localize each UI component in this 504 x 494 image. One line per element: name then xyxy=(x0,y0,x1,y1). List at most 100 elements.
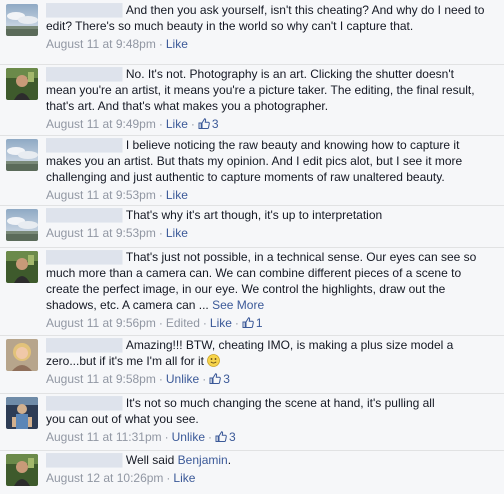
comment-text-line: It's not so much changing the scene at h… xyxy=(125,396,435,410)
comment-text-line: challenging and just authentic to captur… xyxy=(46,170,445,184)
comment-text-line: No. It's not. Photography is an art. Cli… xyxy=(125,67,454,81)
comment-meta: August 11 at 9:56pm · Edited · Like · 1 xyxy=(46,315,498,331)
comment-meta: August 11 at 9:49pm · Like · 3 xyxy=(46,116,498,132)
separator-dot: · xyxy=(158,117,163,131)
comment-divider xyxy=(0,205,504,206)
unlike-button[interactable]: Unlike xyxy=(172,430,205,444)
avatar[interactable] xyxy=(6,454,38,486)
like-count[interactable]: 1 xyxy=(242,316,263,330)
like-count-value: 3 xyxy=(223,372,230,386)
like-count-value: 1 xyxy=(255,316,263,330)
thumbs-up-icon xyxy=(242,317,254,328)
like-button[interactable]: Like xyxy=(166,37,188,51)
see-more-link[interactable]: See More xyxy=(212,298,264,312)
comment-text: █████████ No. It's not. Photography is a… xyxy=(46,66,498,114)
separator-dot: · xyxy=(190,117,195,131)
comment-author-link[interactable]: █████████ xyxy=(46,208,126,222)
comment-meta: August 12 at 10:26pm · Like xyxy=(46,470,498,486)
comment-divider xyxy=(0,450,504,451)
comment-author-link[interactable]: █████████ xyxy=(46,250,126,264)
thumbs-up-icon xyxy=(209,373,222,384)
comment-meta: August 11 at 9:58pm · Unlike · 3 xyxy=(46,371,498,387)
comment-text-line: much more than a camera can. We can comb… xyxy=(46,266,462,280)
comment-text: █████████ That's why it's art though, it… xyxy=(46,207,498,223)
comment-text-line: shadows, etc. A camera can ... xyxy=(46,298,209,312)
thumbs-up-icon xyxy=(198,118,210,129)
like-button[interactable]: Like xyxy=(210,316,232,330)
comment-text-line: you can out of what you see. xyxy=(46,412,199,426)
separator-dot: · xyxy=(234,316,239,330)
like-count[interactable]: 3 xyxy=(198,117,219,131)
comment-divider xyxy=(0,335,504,336)
like-button[interactable]: Like xyxy=(173,471,195,485)
comment-text-line: edit? There's so much beauty in the worl… xyxy=(46,19,414,33)
separator-dot: · xyxy=(158,372,163,386)
comment-divider xyxy=(0,393,504,394)
comment-author-link[interactable]: █████████ xyxy=(46,3,126,17)
comment-text-line: makes you an artist. But thats my opinio… xyxy=(46,154,463,168)
comment-author-link[interactable]: █████████ xyxy=(46,338,126,352)
comment-text: █████████ Well said Benjamin. xyxy=(46,452,498,468)
comment-meta: August 11 at 9:53pm · Like xyxy=(46,225,498,241)
like-button[interactable]: Like xyxy=(166,117,188,131)
comment-author-link[interactable]: █████████ xyxy=(46,453,126,467)
comment-meta: August 11 at 11:31pm · Unlike · 3 xyxy=(46,429,498,445)
like-count-value: 3 xyxy=(229,430,236,444)
comment-timestamp[interactable]: August 11 at 9:53pm xyxy=(46,226,156,240)
comment-text-line: That's why it's art though, it's up to i… xyxy=(125,208,383,222)
separator-dot: · xyxy=(202,372,207,386)
smiley-emoji-icon xyxy=(207,354,221,367)
mention-suffix: . xyxy=(227,453,232,467)
avatar[interactable] xyxy=(6,251,38,283)
unlike-button[interactable]: Unlike xyxy=(166,372,199,386)
like-button[interactable]: Like xyxy=(166,226,188,240)
avatar[interactable] xyxy=(6,139,38,171)
comment-timestamp[interactable]: August 11 at 9:56pm xyxy=(46,316,156,330)
comment-text: █████████ That's just not possible, in a… xyxy=(46,249,498,313)
separator-dot: · xyxy=(158,37,163,51)
comment-meta: August 11 at 9:53pm · Like xyxy=(46,187,498,203)
edited-label[interactable]: Edited xyxy=(166,316,200,330)
comment-text: █████████ It's not so much changing the … xyxy=(46,395,498,427)
comment-divider xyxy=(0,64,504,65)
mention-link[interactable]: Benjamin xyxy=(178,453,228,467)
comment-timestamp[interactable]: August 11 at 9:53pm xyxy=(46,188,156,202)
comment-timestamp[interactable]: August 11 at 11:31pm xyxy=(46,430,162,444)
comment-timestamp[interactable]: August 11 at 9:49pm xyxy=(46,117,156,131)
comment-text-line: mean you're an artist, it means you're a… xyxy=(46,83,475,97)
comment-text-line: I believe noticing the raw beauty and kn… xyxy=(125,138,460,152)
comment-text-line: Amazing!!! BTW, cheating IMO, is making … xyxy=(125,338,454,352)
comment-text-line: Well said xyxy=(125,453,175,467)
comment-divider xyxy=(0,135,504,136)
comment-author-link[interactable]: █████████ xyxy=(46,67,126,81)
separator-dot: · xyxy=(202,316,207,330)
comment-text-line: And then you ask yourself, isn't this ch… xyxy=(125,3,485,17)
separator-dot: · xyxy=(208,430,212,444)
comment-text-line: That's just not possible, in a technical… xyxy=(125,250,477,264)
comment-timestamp[interactable]: August 11 at 9:48pm xyxy=(46,37,156,51)
comment-author-link[interactable]: █████████ xyxy=(46,396,126,410)
comment-text: █████████ Amazing!!! BTW, cheating IMO, … xyxy=(46,337,498,369)
like-count[interactable]: 3 xyxy=(209,372,230,386)
separator-dot: · xyxy=(158,316,163,330)
comment-text-line: zero...but if it's me I'm all for it xyxy=(46,354,204,368)
comment-list: █████████ And then you ask yourself, isn… xyxy=(0,0,504,494)
separator-dot: · xyxy=(166,471,171,485)
avatar[interactable] xyxy=(6,209,38,241)
separator-dot: · xyxy=(164,430,169,444)
comment-text-line: create the perfect image, in our eye. We… xyxy=(46,282,446,296)
avatar[interactable] xyxy=(6,4,38,36)
avatar[interactable] xyxy=(6,68,38,100)
avatar[interactable] xyxy=(6,397,38,429)
separator-dot: · xyxy=(158,188,163,202)
comment-timestamp[interactable]: August 12 at 10:26pm xyxy=(46,471,163,485)
avatar[interactable] xyxy=(6,339,38,371)
comment-timestamp[interactable]: August 11 at 9:58pm xyxy=(46,372,156,386)
like-button[interactable]: Like xyxy=(166,188,188,202)
like-count[interactable]: 3 xyxy=(215,430,236,444)
comment-text: █████████ I believe noticing the raw bea… xyxy=(46,137,498,185)
like-count-value: 3 xyxy=(211,117,219,131)
comment-author-link[interactable]: █████████ xyxy=(46,138,126,152)
comment-divider xyxy=(0,247,504,248)
comment-text: █████████ And then you ask yourself, isn… xyxy=(46,2,498,34)
